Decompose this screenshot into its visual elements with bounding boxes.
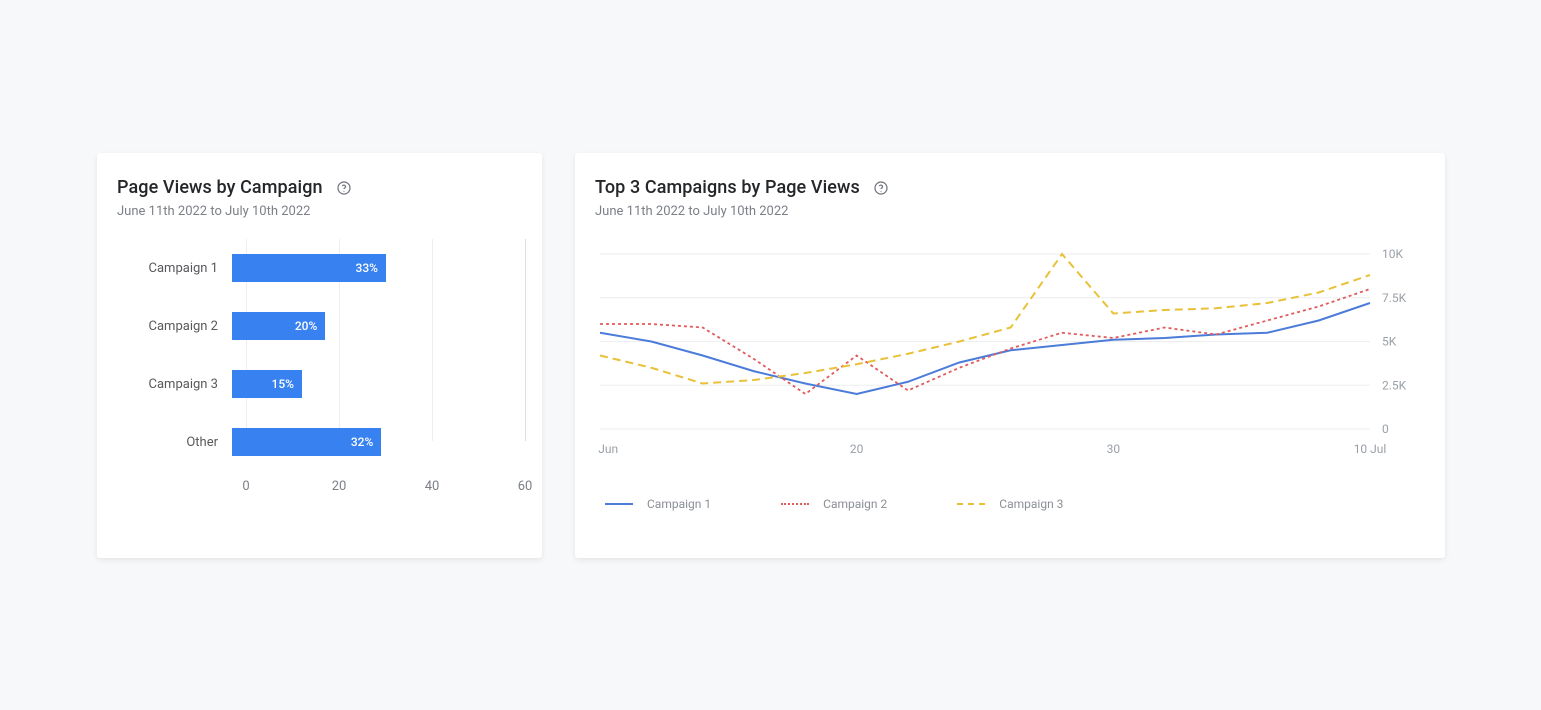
bar-chart: Campaign 1 33% Campaign 2 bbox=[117, 239, 522, 501]
bar-label: Campaign 2 bbox=[117, 319, 232, 334]
card-title: Page Views by Campaign bbox=[117, 177, 323, 198]
card-subtitle: June 11th 2022 to July 10th 2022 bbox=[117, 204, 522, 219]
legend-label: Campaign 2 bbox=[823, 497, 887, 511]
bar-row: Campaign 3 15% bbox=[117, 355, 522, 413]
legend-item: Campaign 1 bbox=[605, 497, 711, 511]
legend-item: Campaign 3 bbox=[957, 497, 1063, 511]
legend-label: Campaign 1 bbox=[647, 497, 711, 511]
bar-value-label: 33% bbox=[356, 261, 378, 275]
chart-legend: Campaign 1 Campaign 2 Campaign 3 bbox=[595, 497, 1425, 511]
bar-label: Other bbox=[117, 435, 232, 450]
bar-fill: 15% bbox=[232, 370, 302, 398]
bar-x-axis: 0 20 40 60 bbox=[246, 471, 526, 501]
bar-plot-rows: Campaign 1 33% Campaign 2 bbox=[117, 239, 522, 471]
bar-label: Campaign 3 bbox=[117, 377, 232, 392]
svg-text:30: 30 bbox=[1107, 442, 1121, 456]
legend-swatch bbox=[957, 503, 985, 505]
bar-fill: 20% bbox=[232, 312, 325, 340]
legend-swatch bbox=[605, 503, 633, 505]
bar-row: Other 32% bbox=[117, 413, 522, 471]
svg-text:10 Jul: 10 Jul bbox=[1354, 442, 1387, 456]
bar-x-tick: 0 bbox=[242, 479, 249, 494]
legend-label: Campaign 3 bbox=[999, 497, 1063, 511]
bar-value-label: 20% bbox=[295, 319, 317, 333]
svg-text:20: 20 bbox=[850, 442, 864, 456]
card-page-views-by-campaign: Page Views by Campaign June 11th 2022 to… bbox=[97, 153, 542, 558]
svg-text:2.5K: 2.5K bbox=[1382, 378, 1407, 392]
bar-x-tick: 60 bbox=[518, 479, 533, 494]
bar-x-tick: 40 bbox=[425, 479, 440, 494]
help-icon[interactable] bbox=[335, 179, 353, 197]
svg-text:0: 0 bbox=[1382, 422, 1389, 436]
legend-item: Campaign 2 bbox=[781, 497, 887, 511]
svg-text:10 Jun: 10 Jun bbox=[595, 442, 618, 456]
bar-value-label: 32% bbox=[351, 435, 373, 449]
svg-text:10K: 10K bbox=[1382, 247, 1403, 261]
bar-gridline bbox=[525, 239, 526, 441]
card-header: Top 3 Campaigns by Page Views bbox=[595, 177, 1425, 198]
bar-fill: 33% bbox=[232, 254, 386, 282]
bar-fill: 32% bbox=[232, 428, 381, 456]
legend-swatch bbox=[781, 503, 809, 505]
bar-row: Campaign 2 20% bbox=[117, 297, 522, 355]
help-icon[interactable] bbox=[872, 179, 890, 197]
card-header: Page Views by Campaign bbox=[117, 177, 522, 198]
bar-x-tick: 20 bbox=[332, 479, 347, 494]
card-top-campaigns: Top 3 Campaigns by Page Views June 11th … bbox=[575, 153, 1445, 558]
card-subtitle: June 11th 2022 to July 10th 2022 bbox=[595, 204, 1425, 219]
svg-text:5K: 5K bbox=[1382, 335, 1397, 349]
bar-value-label: 15% bbox=[272, 377, 294, 391]
svg-text:7.5K: 7.5K bbox=[1382, 291, 1407, 305]
bar-row: Campaign 1 33% bbox=[117, 239, 522, 297]
card-title: Top 3 Campaigns by Page Views bbox=[595, 177, 860, 198]
bar-label: Campaign 1 bbox=[117, 261, 232, 276]
line-chart-svg: 0 2.5K 5K 7.5K 10K 10 Jun 20 30 10 Jul bbox=[595, 239, 1415, 469]
line-chart: 0 2.5K 5K 7.5K 10K 10 Jun 20 30 10 Jul bbox=[595, 239, 1415, 469]
